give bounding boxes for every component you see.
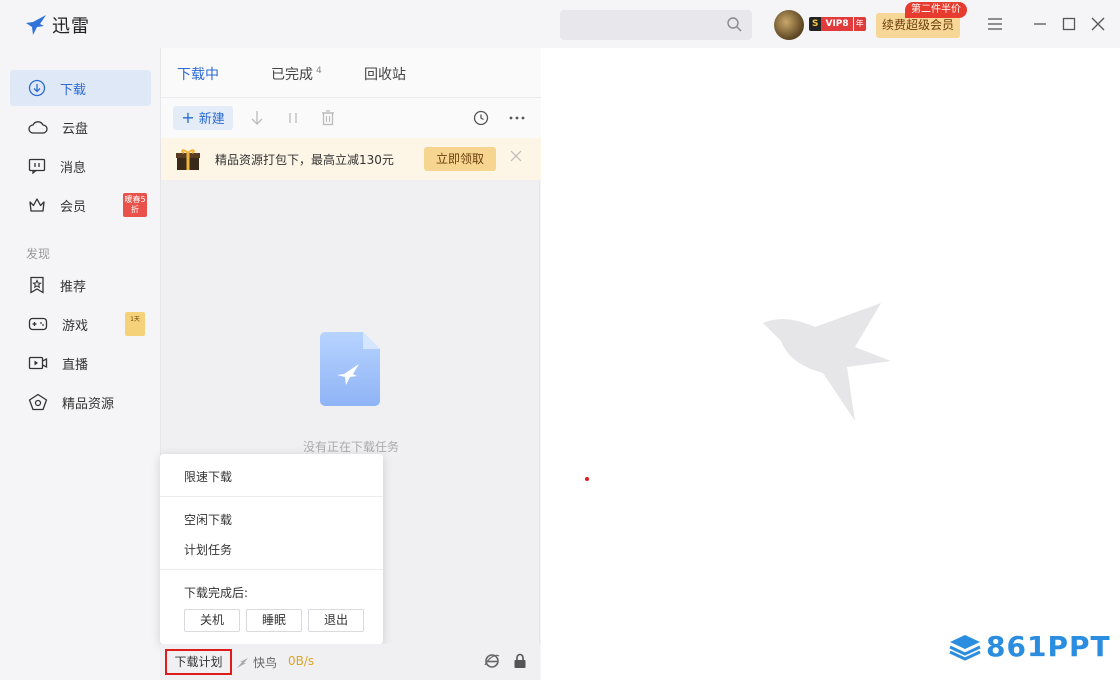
close-icon[interactable] <box>1088 14 1108 34</box>
gamepad-icon <box>28 317 48 331</box>
cursor-dot <box>585 477 589 481</box>
title-bar: 迅雷 S VIP8 年 续费超级会员 第二件半价 <box>0 0 1120 48</box>
app-logo: 迅雷 <box>24 12 90 38</box>
vip-badge[interactable]: S VIP8 年 <box>809 17 866 31</box>
download-schedule-button[interactable]: 下载计划 <box>165 649 232 675</box>
detail-panel: 861PPT <box>541 48 1120 680</box>
sidebar-item-label: 直播 <box>62 357 89 373</box>
diamond-icon <box>28 393 48 411</box>
menu-item-idle-download[interactable]: 空闲下载 <box>184 511 232 528</box>
vip-discount-badge: 暖春5折 <box>123 193 147 217</box>
menu-divider <box>160 569 383 570</box>
shutdown-button[interactable]: 关机 <box>184 609 240 632</box>
promo-tag: 第二件半价 <box>905 2 967 18</box>
close-icon[interactable] <box>510 150 522 162</box>
clock-icon[interactable] <box>472 109 490 127</box>
crown-icon <box>29 198 45 212</box>
search-input[interactable] <box>560 10 752 40</box>
sidebar-item-label: 推荐 <box>60 279 87 295</box>
sidebar-item-download[interactable]: 下载 <box>10 70 151 106</box>
plus-icon: + <box>181 108 195 127</box>
cloud-icon <box>28 121 48 134</box>
start-icon[interactable] <box>248 109 266 127</box>
search-icon <box>727 17 742 32</box>
toolbar: + 新建 <box>161 98 541 138</box>
sidebar-item-label: 精品资源 <box>62 396 115 412</box>
empty-file-icon <box>320 332 380 406</box>
app-title: 迅雷 <box>52 16 90 37</box>
download-tabs: 下载中 已完成 4 回收站 <box>161 48 541 98</box>
maximize-icon[interactable] <box>1059 14 1079 34</box>
avatar[interactable] <box>774 10 804 40</box>
tab-recycle-bin[interactable]: 回收站 <box>364 64 406 84</box>
menu-divider <box>160 496 383 497</box>
kuainiao-button[interactable]: 快鸟 <box>236 654 277 671</box>
download-icon <box>28 79 46 97</box>
promo-text: 精品资源打包下，最高立减130元 <box>215 153 394 167</box>
menu-item-limit-speed[interactable]: 限速下载 <box>184 468 232 485</box>
minimize-icon[interactable] <box>1030 14 1050 34</box>
exit-button[interactable]: 退出 <box>308 609 364 632</box>
delete-icon[interactable] <box>319 109 337 127</box>
promo-banner: 精品资源打包下，最高立减130元 立即领取 <box>161 138 541 180</box>
star-icon <box>30 276 44 294</box>
sidebar-item-live[interactable]: 直播 <box>10 345 151 381</box>
sleep-button[interactable]: 睡眠 <box>246 609 302 632</box>
download-speed: 0B/s <box>288 654 315 668</box>
menu-item-scheduled-task[interactable]: 计划任务 <box>184 541 232 558</box>
gift-icon <box>176 149 200 170</box>
sidebar-item-recommend[interactable]: 推荐 <box>10 267 151 303</box>
completed-count: 4 <box>316 66 322 77</box>
download-schedule-menu: 限速下载 空闲下载 计划任务 下载完成后: 关机 睡眠 退出 <box>160 454 383 644</box>
live-icon <box>28 356 48 370</box>
new-task-button[interactable]: + 新建 <box>173 106 233 130</box>
more-icon[interactable] <box>508 109 526 127</box>
message-icon <box>28 158 46 174</box>
tab-downloading[interactable]: 下载中 <box>177 64 219 84</box>
pause-icon[interactable] <box>284 109 302 127</box>
sidebar-item-message[interactable]: 消息 <box>10 148 151 184</box>
after-complete-label: 下载完成后: <box>184 586 249 600</box>
sidebar-item-label: 下载 <box>60 82 87 98</box>
sidebar: 下载 云盘 消息 会员 暖春5折 发现 推荐 游戏 1天 直播 精品资源 <box>0 48 160 680</box>
empty-state-text: 没有正在下载任务 <box>302 440 399 454</box>
game-badge: 1天 <box>125 312 145 336</box>
sidebar-item-label: 云盘 <box>62 121 89 137</box>
sidebar-item-label: 游戏 <box>62 318 89 334</box>
tab-completed[interactable]: 已完成 4 <box>271 64 322 84</box>
layers-icon <box>949 634 981 661</box>
watermark: 861PPT <box>948 630 1111 663</box>
sidebar-item-premium-resources[interactable]: 精品资源 <box>10 384 151 420</box>
xunlei-bird-watermark-icon <box>763 303 891 421</box>
kuainiao-icon <box>237 657 248 668</box>
sidebar-item-cloud[interactable]: 云盘 <box>10 109 151 145</box>
browser-icon[interactable] <box>484 653 500 669</box>
lock-icon[interactable] <box>513 653 527 669</box>
menu-icon[interactable] <box>985 14 1005 34</box>
sidebar-item-label: 消息 <box>60 160 87 176</box>
discover-section-title: 发现 <box>26 247 51 261</box>
claim-button[interactable]: 立即领取 <box>424 147 496 171</box>
status-bar: 下载计划 快鸟 0B/s <box>160 644 540 680</box>
xunlei-bird-icon <box>26 15 46 35</box>
sidebar-item-label: 会员 <box>60 199 87 215</box>
